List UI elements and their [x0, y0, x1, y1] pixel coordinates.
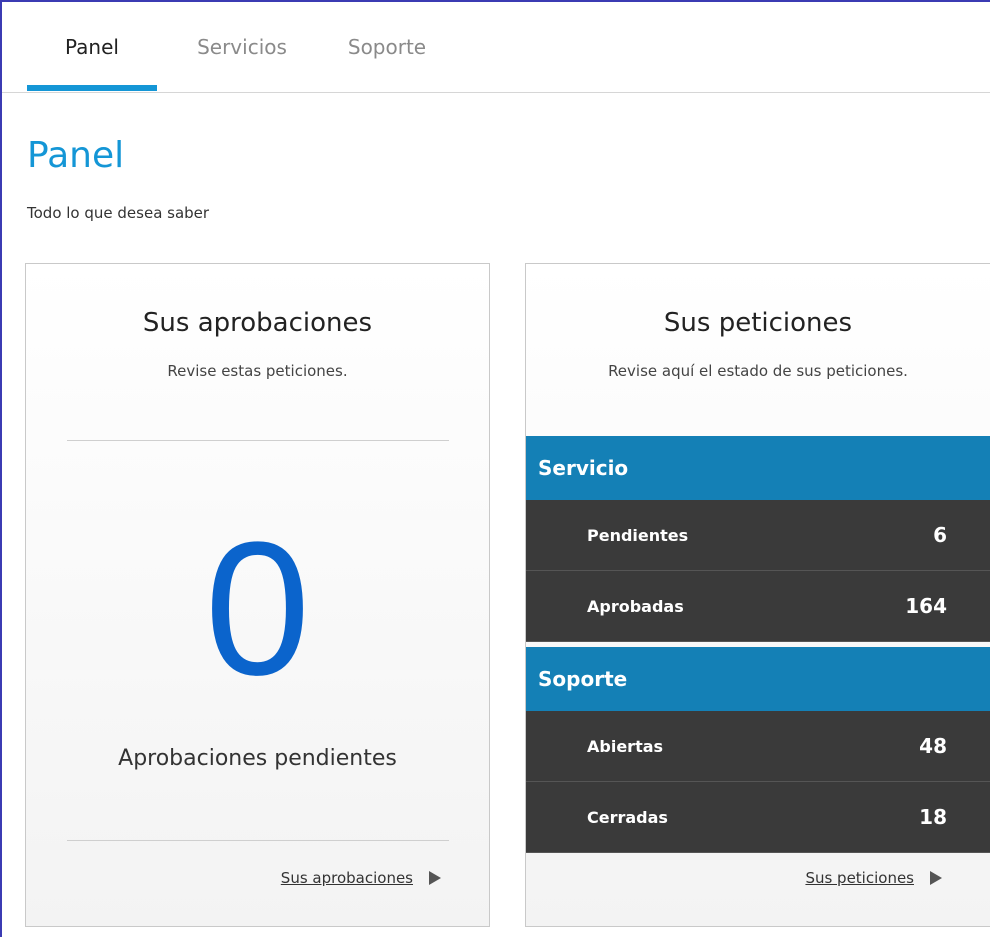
- approvals-card: Sus aprobaciones Revise estas peticiones…: [25, 263, 490, 927]
- stat-row-aprobadas[interactable]: Aprobadas 164: [526, 571, 990, 642]
- approvals-link[interactable]: Sus aprobaciones: [281, 869, 441, 887]
- top-navigation: Panel Servicios Soporte: [2, 2, 990, 93]
- pending-approvals-label: Aprobaciones pendientes: [118, 746, 397, 771]
- stat-label: Abiertas: [587, 736, 664, 756]
- requests-card-description: Revise aquí el estado de sus peticiones.: [608, 362, 908, 380]
- active-tab-indicator: [27, 85, 157, 91]
- requests-card-title: Sus peticiones: [663, 308, 853, 338]
- approvals-card-title: Sus aprobaciones: [142, 308, 373, 338]
- section-header-servicio: Servicio: [526, 436, 990, 500]
- divider: [67, 440, 449, 441]
- tab-soporte[interactable]: Soporte: [327, 2, 447, 92]
- stat-row-abiertas[interactable]: Abiertas 48: [526, 711, 990, 782]
- stat-label: Pendientes: [587, 525, 689, 545]
- stat-row-pendientes[interactable]: Pendientes 6: [526, 500, 990, 571]
- stat-label: Aprobadas: [587, 596, 684, 616]
- approvals-card-description: Revise estas peticiones.: [167, 362, 348, 380]
- stat-value: 6: [933, 523, 947, 547]
- play-arrow-icon[interactable]: [429, 871, 441, 885]
- requests-link[interactable]: Sus peticiones: [805, 869, 942, 887]
- stat-value: 164: [905, 594, 947, 618]
- divider: [67, 840, 449, 841]
- page-subtitle: Todo lo que desea saber: [27, 204, 210, 222]
- tab-panel[interactable]: Panel: [27, 2, 157, 92]
- section-header-label: Servicio: [538, 456, 629, 480]
- requests-card: Sus peticiones Revise aquí el estado de …: [525, 263, 990, 927]
- requests-link-text[interactable]: Sus peticiones: [805, 869, 914, 887]
- stat-value: 48: [919, 734, 947, 758]
- window-border-left: [0, 0, 2, 937]
- tab-servicios[interactable]: Servicios: [182, 2, 302, 92]
- stat-value: 18: [919, 805, 947, 829]
- pending-approvals-count: 0: [204, 503, 311, 715]
- page-title: Panel: [27, 135, 125, 176]
- section-header-soporte: Soporte: [526, 647, 990, 711]
- stat-label: Cerradas: [587, 807, 668, 827]
- section-header-label: Soporte: [538, 667, 628, 691]
- approvals-link-text[interactable]: Sus aprobaciones: [281, 869, 413, 887]
- play-arrow-icon[interactable]: [930, 871, 942, 885]
- stat-row-cerradas[interactable]: Cerradas 18: [526, 782, 990, 853]
